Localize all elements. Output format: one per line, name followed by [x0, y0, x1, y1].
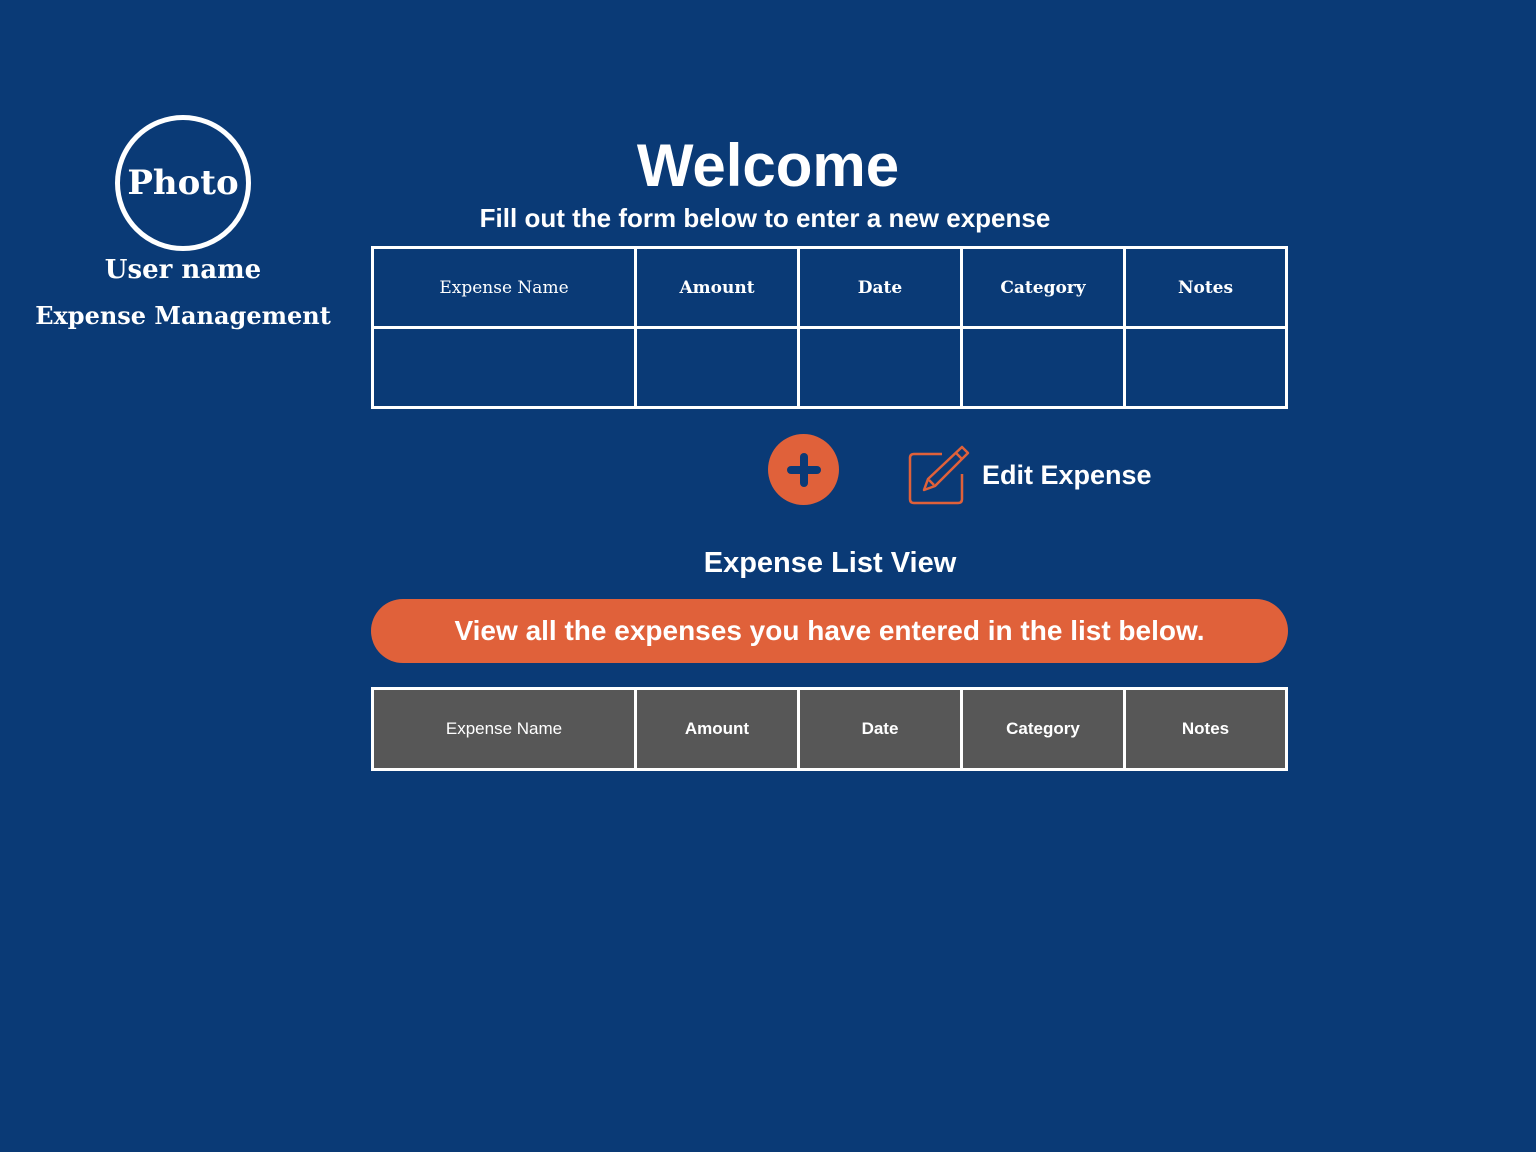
date-field[interactable]	[800, 329, 960, 406]
sidebar: Photo User name Expense Management	[30, 115, 336, 331]
expense-list-title: Expense List View	[703, 547, 957, 579]
pencil-square-icon	[908, 445, 970, 505]
expense-form-table: Expense Name Amount Date Category Notes	[371, 246, 1288, 409]
list-column-date[interactable]: Date	[800, 690, 960, 768]
edit-expense-label: Edit Expense	[982, 460, 1152, 490]
add-expense-button[interactable]	[768, 434, 839, 505]
notes-field[interactable]	[1126, 329, 1285, 406]
category-field[interactable]	[963, 329, 1123, 406]
avatar-photo-label: Photo	[127, 163, 239, 203]
page-subtitle: Fill out the form below to enter a new e…	[479, 203, 1051, 233]
list-column-amount[interactable]: Amount	[637, 690, 797, 768]
avatar[interactable]: Photo	[115, 115, 251, 251]
expense-list-banner: View all the expenses you have entered i…	[371, 599, 1288, 663]
user-name: User name	[104, 255, 262, 285]
app-name: Expense Management	[35, 301, 331, 330]
expense-name-field[interactable]	[374, 329, 634, 406]
plus-icon	[786, 452, 821, 487]
expense-list-table: Expense Name Amount Date Category Notes	[371, 687, 1288, 771]
list-column-notes[interactable]: Notes	[1126, 690, 1285, 768]
page-title: Welcome	[636, 132, 900, 199]
amount-field[interactable]	[637, 329, 797, 406]
list-column-expense-name[interactable]: Expense Name	[374, 690, 634, 768]
form-column-date: Date	[800, 249, 960, 326]
form-column-notes: Notes	[1126, 249, 1285, 326]
list-column-category[interactable]: Category	[963, 690, 1123, 768]
form-column-expense-name: Expense Name	[374, 249, 634, 326]
form-column-amount: Amount	[637, 249, 797, 326]
edit-expense-button[interactable]: Edit Expense	[908, 444, 1152, 506]
form-column-category: Category	[963, 249, 1123, 326]
